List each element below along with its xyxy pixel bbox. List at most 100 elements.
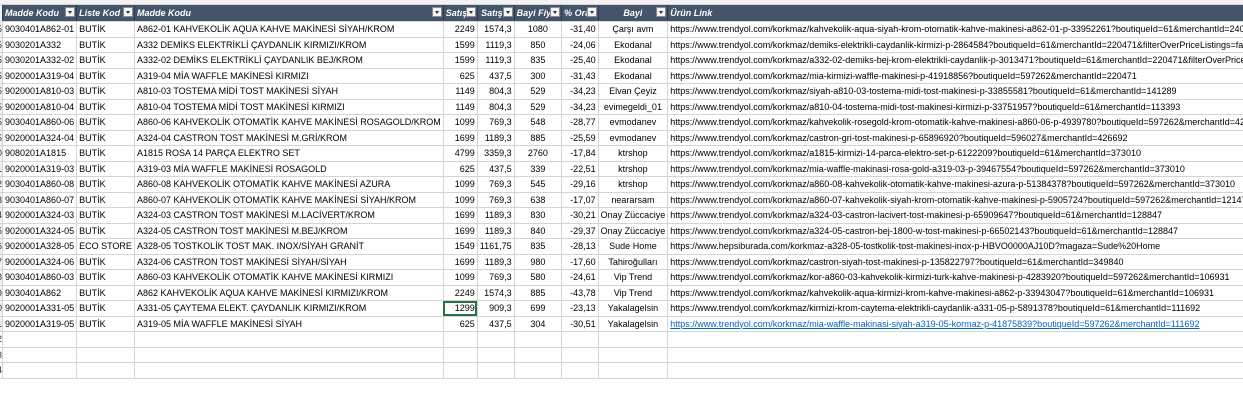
oran-cell[interactable]: -43,78 <box>561 285 599 301</box>
bayi-fiyat-cell[interactable]: 300 <box>514 68 563 84</box>
oran-cell[interactable]: -34,23 <box>561 83 599 100</box>
urun-link-cell[interactable]: https://www.trendyol.com/korkmaz/kahveko… <box>667 114 1243 131</box>
bayi-cell[interactable]: neararsam <box>598 192 669 208</box>
urun-link-cell[interactable]: https://www.trendyol.com/korkmaz/mia-waf… <box>667 316 1243 332</box>
satis-1-cell[interactable]: 1099 <box>443 114 478 131</box>
bayi-cell[interactable]: Onay Züccaciye <box>598 223 669 239</box>
madde-kodu-cell[interactable]: 9080201A1815 <box>2 145 78 162</box>
satis-1-cell[interactable]: 1599 <box>443 52 478 69</box>
madde-aciklama-cell[interactable]: A810-03 TOSTEMA MİDİ TOST MAKİNESİ SİYAH <box>134 83 444 100</box>
satis-1-cell[interactable]: 625 <box>443 68 478 84</box>
madde-kodu-cell[interactable]: 9030201A332 <box>2 37 78 53</box>
madde-aciklama-cell[interactable]: A860-03 KAHVEKOLİK OTOMATİK KAHVE MAKİNE… <box>134 269 444 286</box>
oran-cell[interactable]: -29,37 <box>561 223 599 239</box>
bayi-cell[interactable]: Sude Home <box>598 238 669 255</box>
satis-1-cell[interactable]: 2249 <box>443 285 478 301</box>
madde-kodu-cell[interactable]: 9020001A331-05 <box>2 300 78 317</box>
bayi-cell[interactable]: Ekodanal <box>598 52 669 69</box>
madde-kodu-cell[interactable]: 9020001A319-03 <box>2 161 78 177</box>
oran-cell[interactable]: -24,61 <box>561 269 599 286</box>
header-madde-kodu-desc[interactable]: Madde Kodu <box>134 5 444 22</box>
madde-aciklama-cell[interactable]: A1815 ROSA 14 PARÇA ELEKTRO SET <box>134 145 444 162</box>
liste-kod-cell[interactable]: BUTİK <box>76 176 135 193</box>
madde-aciklama-cell[interactable]: A324-05 CASTRON TOST MAKİNESİ M.BEJ/KROM <box>134 223 444 239</box>
satis-1-cell[interactable]: 1599 <box>443 37 478 53</box>
empty-cell[interactable] <box>667 331 1243 348</box>
urun-link-cell[interactable]: https://www.trendyol.com/korkmaz/a324-03… <box>667 207 1243 224</box>
madde-aciklama-cell[interactable]: A862-01 KAHVEKOLİK AQUA KAHVE MAKİNESİ S… <box>134 21 444 38</box>
urun-link-cell[interactable]: https://www.trendyol.com/korkmaz/a810-04… <box>667 99 1243 115</box>
madde-kodu-cell[interactable]: 9020001A324-05 <box>2 223 78 239</box>
madde-aciklama-cell[interactable]: A324-04 CASTRON TOST MAKİNESİ M.GRİ/KROM <box>134 130 444 146</box>
oran-cell[interactable]: -34,23 <box>561 99 599 115</box>
madde-aciklama-cell[interactable]: A810-04 TOSTEMA MİDİ TOST MAKİNESİ KIRMI… <box>134 99 444 115</box>
oran-cell[interactable]: -25,59 <box>561 130 599 146</box>
bayi-fiyat-cell[interactable]: 699 <box>514 300 563 317</box>
liste-kod-cell[interactable]: BUTİK <box>76 37 135 53</box>
urun-link-cell[interactable]: https://www.trendyol.com/korkmaz/kahveko… <box>667 21 1243 38</box>
bayi-fiyat-cell[interactable]: 840 <box>514 223 563 239</box>
madde-aciklama-cell[interactable]: A324-03 CASTRON TOST MAKİNESİ M.LACİVERT… <box>134 207 444 224</box>
madde-kodu-cell[interactable]: 9020001A324-06 <box>2 254 78 270</box>
liste-kod-cell[interactable]: BUTİK <box>76 192 135 208</box>
madde-aciklama-cell[interactable]: A332 DEMİKS ELEKTRİKLİ ÇAYDANLIK KIRMIZI… <box>134 37 444 53</box>
oran-cell[interactable]: -28,77 <box>561 114 599 131</box>
madde-kodu-cell[interactable]: 9030401A862 <box>2 285 78 301</box>
satis-1-cell[interactable]: 2249 <box>443 21 478 38</box>
madde-aciklama-cell[interactable]: A332-02 DEMİKS ELEKTRİKLİ ÇAYDANLIK BEJ/… <box>134 52 444 69</box>
satis-2-cell[interactable]: 1161,75 <box>477 238 515 255</box>
satis-1-cell[interactable]: 1149 <box>443 83 478 100</box>
bayi-cell[interactable]: evmodanev <box>598 130 669 146</box>
madde-kodu-cell[interactable]: 9030401A862-01 <box>2 21 78 38</box>
madde-kodu-cell[interactable]: 9030401A860-08 <box>2 176 78 193</box>
oran-cell[interactable]: -17,07 <box>561 192 599 208</box>
satis-2-cell[interactable]: 1119,3 <box>477 52 515 69</box>
oran-cell[interactable]: -30,21 <box>561 207 599 224</box>
bayi-fiyat-cell[interactable]: 304 <box>514 316 563 332</box>
urun-link-cell[interactable]: https://www.trendyol.com/korkmaz/mia-kir… <box>667 68 1243 84</box>
satis-2-cell[interactable]: 3359,3 <box>477 145 515 162</box>
satis-1-cell[interactable]: 1699 <box>443 207 478 224</box>
bayi-cell[interactable]: ktrshop <box>598 161 669 177</box>
bayi-fiyat-cell[interactable]: 885 <box>514 130 563 146</box>
bayi-fiyat-cell[interactable]: 580 <box>514 269 563 286</box>
urun-link-cell[interactable]: https://www.trendyol.com/korkmaz/kirmizi… <box>667 300 1243 317</box>
urun-link-cell[interactable]: https://www.trendyol.com/korkmaz/kahveko… <box>667 285 1243 301</box>
filter-dropdown-icon[interactable] <box>431 7 442 17</box>
liste-kod-cell[interactable]: BUTİK <box>76 21 135 38</box>
bayi-cell[interactable]: Yakalagelsin <box>598 316 669 332</box>
madde-kodu-cell[interactable]: 9030401A860-06 <box>2 114 78 131</box>
madde-kodu-cell[interactable]: 9020001A810-03 <box>2 83 78 100</box>
liste-kod-cell[interactable]: BUTİK <box>76 161 135 177</box>
madde-aciklama-cell[interactable]: A860-08 KAHVEKOLİK OTOMATİK KAHVE MAKİNE… <box>134 176 444 193</box>
empty-cell[interactable] <box>514 347 563 363</box>
bayi-cell[interactable]: ktrshop <box>598 145 669 162</box>
liste-kod-cell[interactable]: BUTİK <box>76 52 135 69</box>
empty-cell[interactable] <box>667 362 1243 379</box>
urun-link-cell[interactable]: https://www.hepsiburada.com/korkmaz-a328… <box>667 238 1243 255</box>
empty-cell[interactable] <box>598 347 669 363</box>
satis-1-cell[interactable]: 1699 <box>443 223 478 239</box>
madde-aciklama-cell[interactable]: A319-03 MİA WAFFLE MAKİNESİ ROSAGOLD <box>134 161 444 177</box>
satis-1-cell[interactable]: 1099 <box>443 192 478 208</box>
bayi-cell[interactable]: Vip Trend <box>598 269 669 286</box>
product-hyperlink[interactable]: https://www.trendyol.com/korkmaz/mia-waf… <box>670 319 1199 329</box>
bayi-fiyat-cell[interactable]: 638 <box>514 192 563 208</box>
bayi-cell[interactable]: ktrshop <box>598 176 669 193</box>
empty-cell[interactable] <box>561 331 599 348</box>
liste-kod-cell[interactable]: BUTİK <box>76 285 135 301</box>
liste-kod-cell[interactable]: BUTİK <box>76 223 135 239</box>
empty-cell[interactable] <box>2 362 78 379</box>
bayi-cell[interactable]: Ekodanal <box>598 68 669 84</box>
empty-cell[interactable] <box>443 331 478 348</box>
liste-kod-cell[interactable]: BUTİK <box>76 83 135 100</box>
bayi-cell[interactable]: Vip Trend <box>598 285 669 301</box>
satis-1-cell[interactable]: 1699 <box>443 254 478 270</box>
liste-kod-cell[interactable]: BUTİK <box>76 316 135 332</box>
oran-cell[interactable]: -29,16 <box>561 176 599 193</box>
madde-kodu-cell[interactable]: 9030401A860-07 <box>2 192 78 208</box>
header-urun-link[interactable]: Ürün Link <box>667 5 1243 22</box>
empty-cell[interactable] <box>598 362 669 379</box>
empty-cell[interactable] <box>76 331 135 348</box>
satis-2-cell[interactable]: 1574,3 <box>477 285 515 301</box>
